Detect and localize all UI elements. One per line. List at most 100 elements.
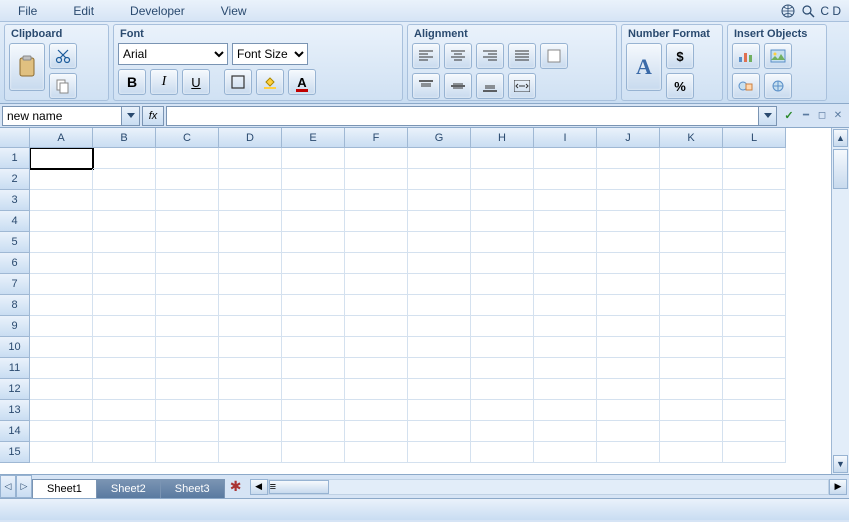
cell[interactable] bbox=[597, 169, 660, 190]
cell[interactable] bbox=[408, 442, 471, 463]
cell[interactable] bbox=[282, 190, 345, 211]
cell[interactable] bbox=[93, 295, 156, 316]
cell[interactable] bbox=[534, 337, 597, 358]
tab-nav-prev[interactable]: ▷ bbox=[16, 475, 32, 498]
cell[interactable] bbox=[156, 400, 219, 421]
cell[interactable] bbox=[534, 253, 597, 274]
row-header[interactable]: 10 bbox=[0, 337, 30, 358]
valign-middle-button[interactable] bbox=[444, 73, 472, 99]
cell[interactable] bbox=[219, 190, 282, 211]
cell[interactable] bbox=[597, 337, 660, 358]
cell[interactable] bbox=[660, 274, 723, 295]
cell[interactable] bbox=[30, 232, 93, 253]
cell[interactable] bbox=[345, 232, 408, 253]
new-sheet-button[interactable]: ✱ bbox=[224, 475, 248, 498]
cell[interactable] bbox=[408, 379, 471, 400]
cell[interactable] bbox=[345, 358, 408, 379]
cell[interactable] bbox=[30, 169, 93, 190]
column-header[interactable]: E bbox=[282, 128, 345, 148]
column-header[interactable]: K bbox=[660, 128, 723, 148]
cell[interactable] bbox=[219, 253, 282, 274]
cell[interactable] bbox=[345, 169, 408, 190]
hscroll-thumb[interactable]: ≡ bbox=[269, 480, 329, 494]
cell[interactable] bbox=[471, 190, 534, 211]
font-color-button[interactable]: A bbox=[288, 69, 316, 95]
cell[interactable] bbox=[219, 148, 282, 169]
align-justify-button[interactable] bbox=[508, 43, 536, 69]
cell[interactable] bbox=[723, 316, 786, 337]
cell[interactable] bbox=[534, 316, 597, 337]
row-header[interactable]: 1 bbox=[0, 148, 30, 169]
row-header[interactable]: 6 bbox=[0, 253, 30, 274]
cell[interactable] bbox=[30, 211, 93, 232]
align-left-button[interactable] bbox=[412, 43, 440, 69]
cell[interactable] bbox=[30, 295, 93, 316]
align-center-button[interactable] bbox=[444, 43, 472, 69]
underline-button[interactable]: U bbox=[182, 69, 210, 95]
cell[interactable] bbox=[723, 421, 786, 442]
row-header[interactable]: 3 bbox=[0, 190, 30, 211]
cell[interactable] bbox=[723, 337, 786, 358]
cell[interactable] bbox=[597, 253, 660, 274]
window-minimize-icon[interactable]: ━ bbox=[799, 109, 813, 123]
tab-nav-first[interactable]: ◁ bbox=[0, 475, 16, 498]
cell[interactable] bbox=[597, 442, 660, 463]
insert-chart-button[interactable] bbox=[732, 43, 760, 69]
menu-developer[interactable]: Developer bbox=[112, 1, 203, 21]
cell[interactable] bbox=[534, 379, 597, 400]
cell[interactable] bbox=[30, 379, 93, 400]
cell[interactable] bbox=[723, 190, 786, 211]
cell[interactable] bbox=[345, 337, 408, 358]
cell[interactable] bbox=[471, 211, 534, 232]
cell[interactable] bbox=[597, 316, 660, 337]
cell[interactable] bbox=[345, 442, 408, 463]
cell[interactable] bbox=[723, 358, 786, 379]
row-header[interactable]: 7 bbox=[0, 274, 30, 295]
cell[interactable] bbox=[156, 190, 219, 211]
cell[interactable] bbox=[156, 274, 219, 295]
cut-button[interactable] bbox=[49, 43, 77, 69]
border-button[interactable] bbox=[224, 69, 252, 95]
insert-image-button[interactable] bbox=[764, 43, 792, 69]
cell[interactable] bbox=[471, 337, 534, 358]
window-close-icon[interactable]: ✕ bbox=[831, 109, 845, 123]
cell[interactable] bbox=[282, 337, 345, 358]
cell[interactable] bbox=[660, 295, 723, 316]
cell[interactable] bbox=[93, 442, 156, 463]
cell[interactable] bbox=[723, 169, 786, 190]
row-header[interactable]: 11 bbox=[0, 358, 30, 379]
cell[interactable] bbox=[30, 253, 93, 274]
cell[interactable] bbox=[408, 211, 471, 232]
sheet-tab[interactable]: Sheet1 bbox=[32, 479, 97, 498]
cell[interactable] bbox=[408, 169, 471, 190]
cell[interactable] bbox=[534, 274, 597, 295]
cell[interactable] bbox=[660, 169, 723, 190]
menu-view[interactable]: View bbox=[203, 1, 265, 21]
cell[interactable] bbox=[93, 379, 156, 400]
cell[interactable] bbox=[156, 421, 219, 442]
cell[interactable] bbox=[219, 169, 282, 190]
cell[interactable] bbox=[93, 400, 156, 421]
cell[interactable] bbox=[156, 232, 219, 253]
cell[interactable] bbox=[660, 253, 723, 274]
cell[interactable] bbox=[93, 274, 156, 295]
cell[interactable] bbox=[219, 232, 282, 253]
cell[interactable] bbox=[219, 211, 282, 232]
name-box-dropdown[interactable] bbox=[122, 106, 140, 126]
cell[interactable] bbox=[597, 274, 660, 295]
cell[interactable] bbox=[30, 400, 93, 421]
cell[interactable] bbox=[30, 274, 93, 295]
valign-top-button[interactable] bbox=[412, 73, 440, 99]
merge-cells-button[interactable] bbox=[508, 73, 536, 99]
cell[interactable] bbox=[408, 295, 471, 316]
vscroll-track[interactable] bbox=[832, 190, 849, 454]
menu-edit[interactable]: Edit bbox=[55, 1, 112, 21]
cell[interactable] bbox=[93, 337, 156, 358]
cell[interactable] bbox=[156, 358, 219, 379]
cell[interactable] bbox=[534, 400, 597, 421]
row-header[interactable]: 2 bbox=[0, 169, 30, 190]
sheet-tab[interactable]: Sheet2 bbox=[96, 479, 161, 498]
cell[interactable] bbox=[345, 274, 408, 295]
row-header[interactable]: 9 bbox=[0, 316, 30, 337]
cell[interactable] bbox=[723, 379, 786, 400]
